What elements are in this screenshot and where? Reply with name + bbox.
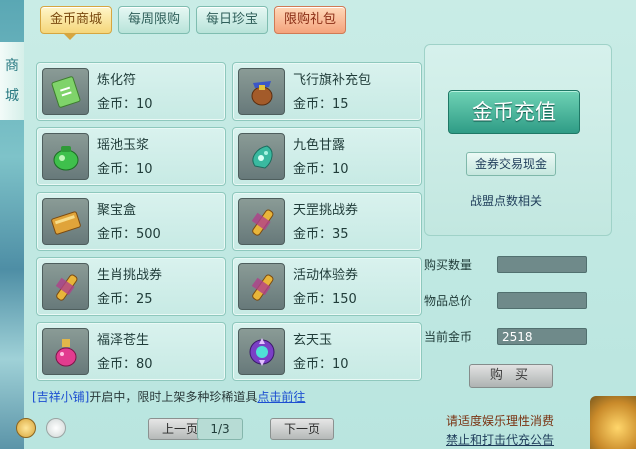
page-indicator: 1/3 bbox=[197, 418, 243, 440]
potion-icon bbox=[42, 328, 89, 375]
shop-side-tab[interactable]: 商 城 bbox=[0, 42, 25, 120]
tab-limited-gift[interactable]: 限购礼包 bbox=[274, 6, 347, 34]
item-name: 炼化符 bbox=[97, 73, 137, 88]
purple-gem-icon bbox=[238, 328, 285, 375]
item-price: 金币：500 bbox=[97, 227, 161, 242]
notice-link[interactable]: 点击前往 bbox=[257, 390, 305, 404]
item-price: 金币：150 bbox=[293, 292, 357, 307]
side-tab-char-bottom: 城 bbox=[5, 88, 19, 104]
tab-daily-treasure[interactable]: 每日珍宝 bbox=[196, 6, 269, 34]
item-price: 金币：25 bbox=[97, 292, 153, 307]
item-price: 金币：80 bbox=[97, 357, 153, 372]
item-price: 金币：10 bbox=[293, 162, 349, 177]
item-price: 金币：35 bbox=[293, 227, 349, 242]
active-tab-indicator bbox=[64, 34, 76, 40]
pouch-icon bbox=[238, 68, 285, 115]
shop-item[interactable]: 炼化符 金币：10 bbox=[36, 62, 226, 121]
anti-proxy-recharge-link[interactable]: 禁止和打击代充公告 bbox=[446, 431, 554, 448]
item-name: 活动体验券 bbox=[293, 268, 359, 283]
scroll-icon bbox=[238, 198, 285, 245]
qty-label: 购买数量 bbox=[424, 258, 473, 272]
item-name: 九色甘露 bbox=[293, 138, 346, 153]
shop-item[interactable]: 天罡挑战券 金币：35 bbox=[232, 192, 422, 251]
total-field bbox=[497, 292, 587, 309]
talisman-icon bbox=[42, 68, 89, 115]
notice-shop-name: [吉祥小铺] bbox=[32, 390, 90, 404]
shop-item[interactable]: 瑶池玉浆 金币：10 bbox=[36, 127, 226, 186]
item-name: 生肖挑战券 bbox=[97, 268, 163, 283]
shop-item[interactable]: 活动体验券 金币：150 bbox=[232, 257, 422, 316]
coupon-trade-button[interactable]: 金券交易现金 bbox=[466, 152, 556, 176]
item-price: 金币：10 bbox=[97, 97, 153, 112]
shop-item[interactable]: 九色甘露 金币：10 bbox=[232, 127, 422, 186]
item-name: 福泽苍生 bbox=[97, 333, 150, 348]
scroll-icon bbox=[238, 263, 285, 310]
league-points-link[interactable]: 战盟点数相关 bbox=[470, 192, 542, 209]
tab-gold-shop[interactable]: 金币商城 bbox=[40, 6, 113, 34]
shop-item[interactable]: 生肖挑战券 金币：25 bbox=[36, 257, 226, 316]
notice-text: 开启中，限时上架多种珍稀道具 bbox=[89, 390, 258, 404]
dew-gourd-icon bbox=[238, 133, 285, 180]
corner-decoration bbox=[590, 396, 636, 449]
shop-notice: [吉祥小铺]开启中，限时上架多种珍稀道具点击前往 bbox=[32, 388, 305, 405]
side-tab-char-top: 商 bbox=[5, 58, 19, 74]
item-name: 飞行旗补充包 bbox=[293, 73, 372, 88]
item-price: 金币：15 bbox=[293, 97, 349, 112]
item-price: 金币：10 bbox=[97, 162, 153, 177]
buy-button[interactable]: 购 买 bbox=[469, 364, 553, 388]
qty-field[interactable] bbox=[497, 256, 587, 273]
magnifier-icon[interactable] bbox=[16, 418, 36, 438]
toggle-dot-icon[interactable] bbox=[46, 418, 66, 438]
current-gold-label: 当前金币 bbox=[424, 330, 473, 344]
scroll-icon bbox=[42, 263, 89, 310]
shop-tabs: 金币商城 每周限购 每日珍宝 限购礼包 bbox=[40, 6, 347, 34]
item-name: 瑶池玉浆 bbox=[97, 138, 150, 153]
treasure-box-icon bbox=[42, 198, 89, 245]
shop-item[interactable]: 聚宝盒 金币：500 bbox=[36, 192, 226, 251]
item-name: 玄天玉 bbox=[293, 333, 333, 348]
item-name: 聚宝盒 bbox=[97, 203, 137, 218]
current-gold-field: 2518 bbox=[497, 328, 587, 345]
shop-item[interactable]: 玄天玉 金币：10 bbox=[232, 322, 422, 381]
tab-weekly-limited[interactable]: 每周限购 bbox=[118, 6, 191, 34]
moderate-play-notice: 请适度娱乐理性消费 bbox=[446, 414, 555, 428]
shop-item[interactable]: 飞行旗补充包 金币：15 bbox=[232, 62, 422, 121]
item-name: 天罡挑战券 bbox=[293, 203, 359, 218]
jade-jar-icon bbox=[42, 133, 89, 180]
item-price: 金币：10 bbox=[293, 357, 349, 372]
next-page-button[interactable]: 下一页 bbox=[270, 418, 334, 440]
gold-recharge-button[interactable]: 金币充值 bbox=[448, 90, 580, 134]
shop-item[interactable]: 福泽苍生 金币：80 bbox=[36, 322, 226, 381]
total-label: 物品总价 bbox=[424, 294, 473, 308]
